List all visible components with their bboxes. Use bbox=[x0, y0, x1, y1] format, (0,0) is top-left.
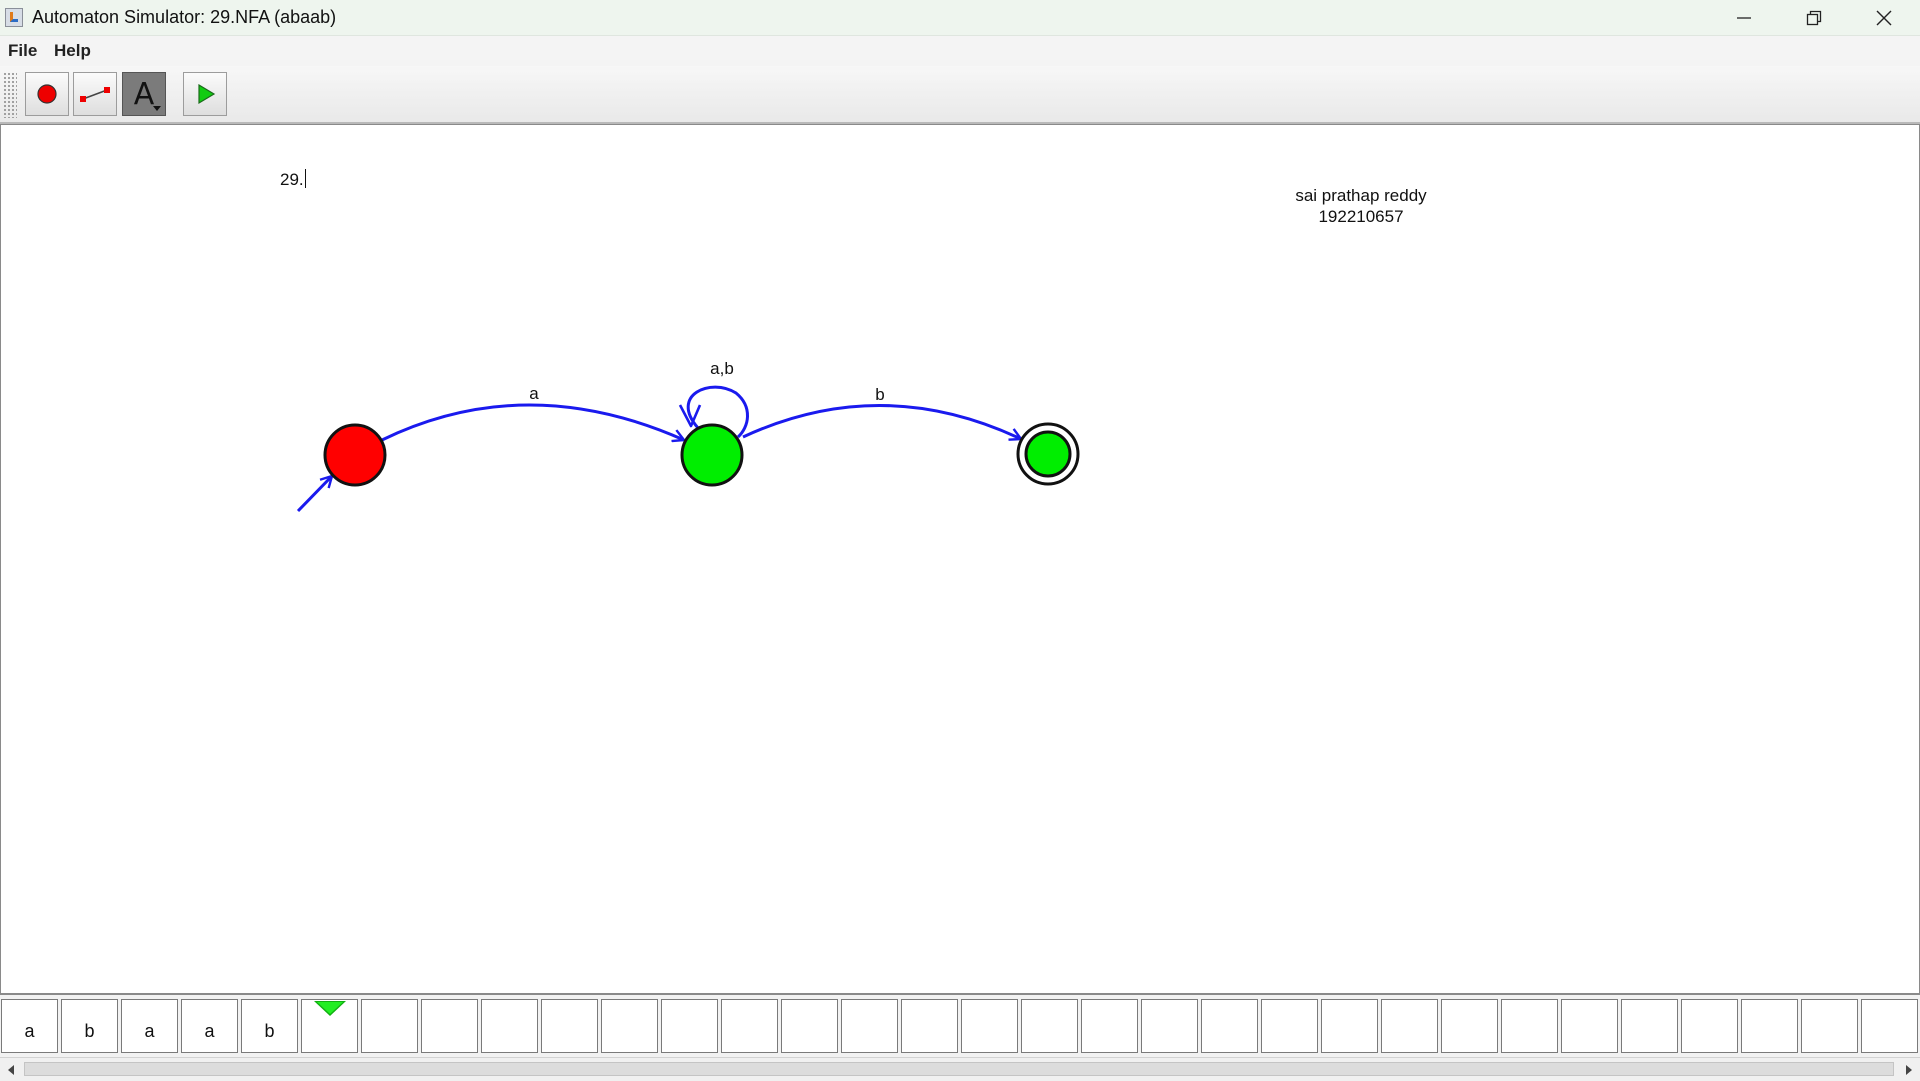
restore-button[interactable] bbox=[1780, 0, 1848, 35]
tape-cell[interactable]: a bbox=[1, 999, 58, 1053]
tape-cell[interactable] bbox=[1621, 999, 1678, 1053]
tape-cell[interactable] bbox=[601, 999, 658, 1053]
automaton-canvas[interactable]: 29. sai prathap reddy 192210657 a a,b b bbox=[0, 124, 1920, 994]
tape-cell[interactable] bbox=[1381, 999, 1438, 1053]
tape-cell[interactable] bbox=[1441, 999, 1498, 1053]
close-icon bbox=[1876, 10, 1892, 25]
state-q1[interactable] bbox=[680, 423, 744, 487]
state-q2[interactable] bbox=[1024, 430, 1072, 478]
tape-cell[interactable] bbox=[901, 999, 958, 1053]
tape-cell[interactable] bbox=[421, 999, 478, 1053]
tape-cell[interactable] bbox=[1081, 999, 1138, 1053]
menu-help[interactable]: Help bbox=[54, 41, 91, 61]
menu-bar: File Help bbox=[0, 36, 1920, 66]
transition-label-q1-q1[interactable]: a,b bbox=[710, 359, 734, 378]
input-tape[interactable]: a b a a b bbox=[0, 994, 1920, 1057]
tape-cell[interactable] bbox=[841, 999, 898, 1053]
add-state-button[interactable] bbox=[25, 72, 69, 116]
minimize-icon bbox=[1737, 16, 1751, 19]
minimize-button[interactable] bbox=[1710, 0, 1778, 35]
add-text-button[interactable]: A bbox=[122, 72, 166, 116]
scroll-thumb[interactable] bbox=[24, 1062, 1894, 1076]
tape-cell[interactable] bbox=[781, 999, 838, 1053]
tape-cell[interactable] bbox=[661, 999, 718, 1053]
scroll-left-button[interactable] bbox=[0, 1058, 22, 1081]
toolbar-grip[interactable] bbox=[3, 72, 17, 118]
tape-cell[interactable] bbox=[361, 999, 418, 1053]
run-button[interactable] bbox=[183, 72, 227, 116]
toolbar: A bbox=[0, 66, 1920, 124]
add-transition-button[interactable] bbox=[73, 72, 117, 116]
horizontal-scrollbar[interactable] bbox=[0, 1057, 1920, 1081]
tape-cell[interactable] bbox=[1801, 999, 1858, 1053]
state-q0[interactable] bbox=[323, 423, 387, 487]
tape-head-marker bbox=[314, 1001, 346, 1016]
tape-cell[interactable]: a bbox=[181, 999, 238, 1053]
tape-cell[interactable]: a bbox=[121, 999, 178, 1053]
play-icon bbox=[198, 83, 216, 105]
transition-label-q0-q1[interactable]: a bbox=[529, 384, 539, 403]
transition-arrow-icon bbox=[80, 87, 110, 102]
text-a-icon: A bbox=[133, 76, 155, 112]
tape-cell[interactable]: b bbox=[61, 999, 118, 1053]
scroll-right-button[interactable] bbox=[1898, 1058, 1920, 1081]
tape-cell[interactable] bbox=[1021, 999, 1078, 1053]
initial-arrow bbox=[296, 476, 332, 513]
tape-cell[interactable] bbox=[1141, 999, 1198, 1053]
red-circle-icon bbox=[37, 84, 57, 104]
tape-cell[interactable] bbox=[1321, 999, 1378, 1053]
title-bar: Automaton Simulator: 29.NFA (abaab) bbox=[0, 0, 1920, 36]
tape-cell[interactable] bbox=[481, 999, 538, 1053]
chevron-down-icon bbox=[153, 106, 161, 111]
automaton-diagram: a a,b b bbox=[296, 359, 1080, 513]
tape-cell[interactable] bbox=[541, 999, 598, 1053]
chevron-right-icon bbox=[1906, 1064, 1912, 1075]
close-button[interactable] bbox=[1850, 0, 1918, 35]
menu-file[interactable]: File bbox=[8, 41, 37, 61]
transition-q1-q2[interactable] bbox=[742, 404, 1021, 439]
tape-cell[interactable] bbox=[1861, 999, 1918, 1053]
tape-cell[interactable] bbox=[721, 999, 778, 1053]
java-icon bbox=[5, 8, 23, 27]
transition-label-q1-q2[interactable]: b bbox=[875, 385, 884, 404]
window-title: Automaton Simulator: 29.NFA (abaab) bbox=[32, 7, 337, 27]
tape-cell[interactable] bbox=[961, 999, 1018, 1053]
tape-cell[interactable] bbox=[1501, 999, 1558, 1053]
tape-cell[interactable] bbox=[1561, 999, 1618, 1053]
tape-cell[interactable]: b bbox=[241, 999, 298, 1053]
restore-icon bbox=[1806, 10, 1822, 25]
tape-cell[interactable] bbox=[1741, 999, 1798, 1053]
tape-cell[interactable] bbox=[1681, 999, 1738, 1053]
chevron-left-icon bbox=[8, 1064, 14, 1075]
tape-cell[interactable] bbox=[1201, 999, 1258, 1053]
transition-q0-q1[interactable] bbox=[381, 403, 684, 440]
tape-cell[interactable] bbox=[1261, 999, 1318, 1053]
